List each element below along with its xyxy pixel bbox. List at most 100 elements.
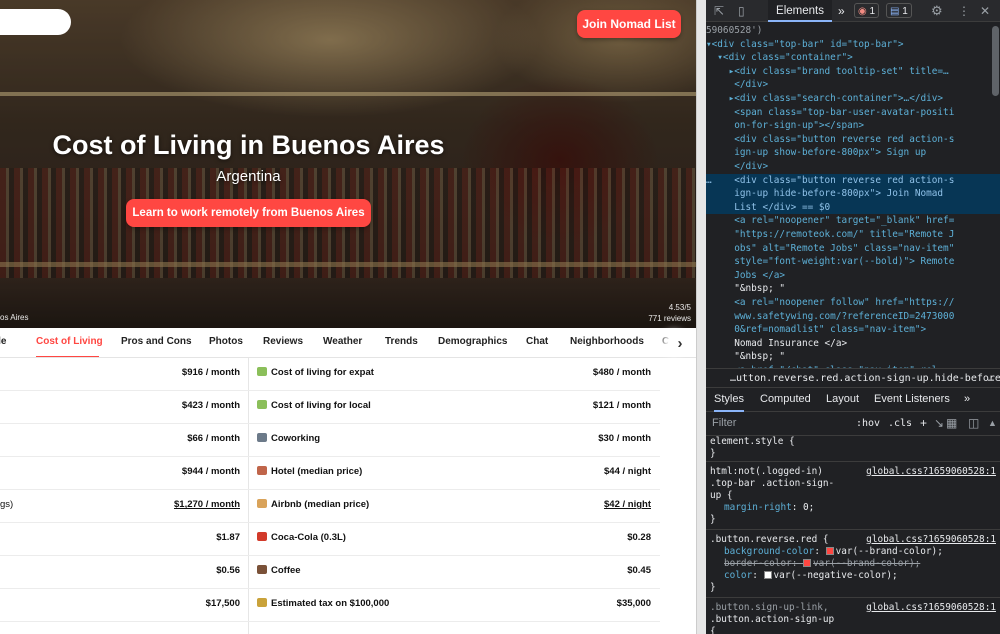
error-badge[interactable]: ◉ 1 — [854, 3, 880, 18]
dom-node-line[interactable]: ▾<div class="container"> — [706, 51, 1000, 65]
dom-node-line[interactable]: <span class="top-bar-user-avatar-positi — [706, 106, 1000, 120]
subtab-layout[interactable]: Layout — [826, 388, 859, 412]
tab-pros-and-cons[interactable]: Pros and Cons — [121, 328, 192, 357]
dom-node-line[interactable]: 59060528') — [706, 24, 1000, 38]
tab-chat[interactable]: Chat — [526, 328, 549, 357]
dom-node-line[interactable]: on-for-sign-up"></span> — [706, 119, 1000, 133]
paint-icon[interactable]: ▦ — [946, 416, 957, 430]
rule-source-link[interactable]: global.css?1659060528:1 — [866, 534, 996, 546]
panel-splitter[interactable] — [696, 0, 706, 634]
dom-node-line[interactable]: Nomad Insurance </a> — [706, 337, 1000, 351]
color-swatch-icon[interactable] — [803, 559, 812, 567]
rule-selector[interactable]: .top-bar .action-sign- — [710, 478, 834, 490]
dom-node-line[interactable]: Jobs </a> — [706, 269, 1000, 283]
dom-node-line[interactable]: obs" alt="Remote Jobs" class="nav-item" — [706, 242, 1000, 256]
hero-overlay — [0, 0, 696, 328]
dom-node-line[interactable]: ign-up hide-before-800px"> Join Nomad — [706, 187, 1000, 201]
rule-source-link[interactable]: global.css?1659060528:1 — [866, 602, 996, 614]
rule-brace: { — [710, 626, 716, 634]
country-subtitle[interactable]: Argentina — [0, 168, 497, 185]
dom-node-line[interactable]: www.safetywing.com/?referenceID=2473000 — [706, 310, 1000, 324]
hov-toggle[interactable]: :hov — [856, 412, 880, 435]
device-toolbar-icon[interactable]: ▯ — [738, 4, 745, 18]
rule-selector[interactable]: html:not(.logged-in) — [710, 466, 823, 478]
join-nomad-list-button[interactable]: Join Nomad List — [577, 10, 681, 38]
rule-selector[interactable]: .button.action-sign-up — [710, 614, 834, 626]
breadcrumb: …utton.reverse.red.action-sign-up.hide-b… — [706, 368, 1000, 388]
rule-selector[interactable]: up { — [710, 490, 733, 502]
error-icon: ◉ — [858, 6, 867, 17]
tab-elements[interactable]: Elements — [768, 0, 832, 22]
dom-node-line[interactable]: <a rel="noopener" target="_blank" href= — [706, 214, 1000, 228]
color-swatch-icon[interactable] — [763, 571, 772, 579]
subtab--[interactable]: » — [964, 388, 970, 412]
rule-source-link[interactable]: global.css?1659060528:1 — [866, 466, 996, 478]
style-declaration[interactable]: color: var(--negative-color); — [724, 570, 898, 582]
right-label-cell: Estimated tax on $100,000 — [257, 589, 389, 622]
more-tabs-icon[interactable]: » — [838, 4, 845, 18]
dom-node-line[interactable]: "&nbsp; " — [706, 350, 1000, 364]
tab-ple[interactable]: ple — [0, 328, 14, 357]
hero-section: Join Nomad List Cost of Living in Buenos… — [0, 0, 696, 328]
gear-icon[interactable]: ⚙ — [931, 4, 943, 18]
sidebar-toggle-icon[interactable]: ◫ — [968, 416, 979, 430]
subtab-styles[interactable]: Styles — [714, 388, 744, 412]
subtab-computed[interactable]: Computed — [760, 388, 811, 412]
style-declaration[interactable]: border-color: var(--brand-color); — [724, 558, 920, 570]
table-row: $944 / month Hotel (median price) $44 / ni… — [0, 457, 660, 490]
style-declaration[interactable]: background-color: var(--brand-color); — [724, 546, 943, 558]
message-badge[interactable]: ▤ 1 — [886, 3, 912, 18]
cls-toggle[interactable]: .cls — [888, 412, 912, 435]
learn-remote-button[interactable]: Learn to work remotely from Buenos Aires — [126, 199, 371, 227]
tab-weather[interactable]: Weather — [323, 328, 367, 357]
tab-neighborhoods[interactable]: Neighborhoods — [570, 328, 645, 357]
scroll-up-icon[interactable]: ▲ — [988, 416, 997, 430]
dom-node-line[interactable]: "https://remoteok.com/" title="Remote J — [706, 228, 1000, 242]
right-value: $0.28 — [627, 532, 651, 543]
dom-node-line[interactable]: ▸<div class="brand tooltip-set" title=… — [706, 65, 1000, 79]
subtab-event-listeners[interactable]: Event Listeners — [874, 388, 950, 412]
page-title: Cost of Living in Buenos Aires — [52, 130, 445, 160]
table-row: $0.56 Coffee $0.45 — [0, 556, 660, 589]
dom-node-line[interactable]: ▸<div class="search-container">…</div> — [706, 92, 1000, 106]
dom-node-line[interactable]: "&nbsp; " — [706, 282, 1000, 296]
kebab-menu-icon[interactable]: ⋮ — [958, 4, 970, 18]
inspect-element-icon[interactable]: ⇱ — [714, 4, 724, 18]
tab-photos[interactable]: Photos — [209, 328, 244, 357]
dom-node-line[interactable]: </div> — [706, 78, 1000, 92]
dom-node-line[interactable]: </div> — [706, 160, 1000, 174]
filter-input[interactable]: Filter — [712, 412, 736, 435]
tab-cost-of-living[interactable]: Cost of Living — [36, 328, 103, 357]
breadcrumb-node[interactable]: …utton.reverse.red.action-sign-up.hide-b… — [730, 373, 1000, 384]
close-icon[interactable]: ✕ — [980, 4, 990, 18]
add-rule-icon[interactable]: + — [920, 416, 927, 430]
tab-reviews[interactable]: Reviews — [263, 328, 304, 357]
dom-node-line[interactable]: List </div> == $0 — [706, 200, 1000, 215]
rule-selector[interactable]: .button.reverse.red { — [710, 534, 829, 546]
dom-node-line[interactable]: style="font-weight:var(--bold)"> Remote — [706, 255, 1000, 269]
review-count[interactable]: 771 reviews — [648, 313, 691, 324]
style-declaration[interactable]: margin-right: 0; — [724, 502, 814, 514]
left-value: $423 / month — [181, 400, 240, 411]
table-row: gs) $1,270 / month Airbnb (median price) $4… — [0, 490, 660, 523]
right-label: Estimated tax on $100,000 — [271, 598, 390, 609]
element-style-selector[interactable]: element.style { — [710, 436, 795, 448]
tab-demographics[interactable]: Demographics — [438, 328, 507, 357]
dom-node-line[interactable]: … <div class="button reverse red action-… — [706, 173, 1000, 188]
color-swatch-icon[interactable] — [825, 547, 834, 555]
dom-scrollbar[interactable] — [992, 26, 999, 96]
left-value[interactable]: $1,270 / month — [174, 490, 240, 523]
dom-node-line[interactable]: 0&ref=nomadlist" class="nav-item"> — [706, 323, 1000, 337]
dom-node-line[interactable]: ign-up show-before-800px"> Sign up — [706, 146, 1000, 160]
rule-selector[interactable]: .button.sign-up-link, — [710, 602, 829, 614]
tab-trends[interactable]: Trends — [385, 328, 419, 357]
table-row: $423 / month Cost of living for local $121… — [0, 391, 660, 424]
chevron-down-icon[interactable]: ↘ — [934, 416, 944, 430]
dom-node-line[interactable]: <a rel="noopener follow" href="https:// — [706, 296, 1000, 310]
breadcrumb-more[interactable]: … — [988, 369, 994, 387]
dom-node-line[interactable]: ▾<div class="top-bar" id="top-bar"> — [706, 38, 1000, 52]
dom-node-line[interactable]: <div class="button reverse red action-s — [706, 133, 1000, 147]
tabs-next-button[interactable]: › — [668, 331, 692, 355]
search-pill[interactable] — [0, 9, 71, 35]
right-value[interactable]: $42 / night — [604, 490, 651, 523]
